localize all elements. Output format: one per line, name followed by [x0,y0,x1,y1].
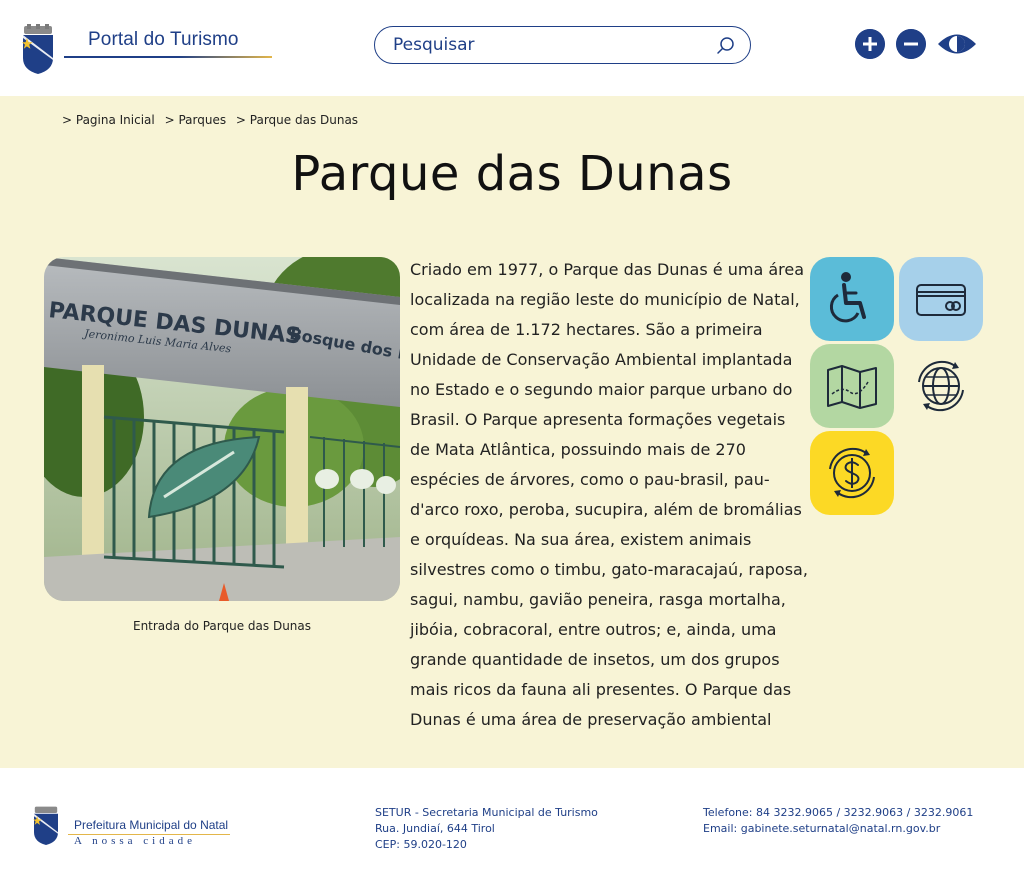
credit-card-icon [916,284,966,316]
zoom-in-button[interactable] [855,29,885,59]
footer-address-line: SETUR - Secretaria Municipal de Turismo [375,806,598,819]
price-tile[interactable] [810,431,894,515]
main-content: > Pagina Inicial > Parques > Parque das … [0,96,1024,768]
accessibility-tile[interactable] [810,257,894,341]
footer-phone: Telefone: 84 3232.9065 / 3232.9063 / 323… [703,806,974,819]
footer-address: SETUR - Secretaria Municipal de Turismo … [375,805,598,853]
breadcrumb-parques[interactable]: > Parques [165,113,227,127]
zoom-out-button[interactable] [896,29,926,59]
footer-address-line: CEP: 59.020-120 [375,838,467,851]
info-tiles [810,257,986,517]
city-crest-icon [22,24,53,74]
footer-contact: Telefone: 84 3232.9065 / 3232.9063 / 323… [703,805,973,837]
contrast-button[interactable] [937,29,977,59]
logo-underline [64,56,272,58]
city-crest-icon [33,806,58,845]
footer-email[interactable]: Email: gabinete.seturnatal@natal.rn.gov.… [703,821,973,837]
park-description: Criado em 1977, o Parque das Dunas é uma… [410,260,808,729]
search-input[interactable] [393,33,713,57]
breadcrumb-current[interactable]: > Parque das Dunas [236,113,358,127]
breadcrumb-home[interactable]: > Pagina Inicial [62,113,155,127]
search-bar[interactable] [374,26,751,64]
minus-icon [904,42,918,46]
site-footer: Prefeitura Municipal do Natal A nossa ci… [0,768,1024,886]
footer-address-line: Rua. Jundiaí, 644 Tirol [375,822,495,835]
prefeitura-logo[interactable]: Prefeitura Municipal do Natal A nossa ci… [30,804,240,850]
map-tile[interactable] [810,344,894,428]
prefeitura-logo-text: Prefeitura Municipal do Natal [74,818,229,832]
park-entrance-photo: PARQUE DAS DUNAS Jeronimo Luis Maria Alv… [44,257,400,601]
search-icon[interactable] [716,36,736,56]
language-tile[interactable] [899,344,983,428]
portal-logo[interactable]: Portal do Turismo [18,24,278,76]
contrast-eye-icon [938,34,976,54]
wheelchair-icon [829,272,866,323]
dollar-coin-icon [829,447,875,499]
globe-icon [918,360,964,412]
map-icon [827,365,877,409]
logo-text: Portal do Turismo [88,29,239,50]
breadcrumb: > Pagina Inicial > Parques > Parque das … [62,113,364,127]
photo-caption: Entrada do Parque das Dunas [132,619,312,633]
site-header: Portal do Turismo [0,0,1024,96]
payment-tile[interactable] [899,257,983,341]
prefeitura-tagline: A nossa cidade [74,835,196,847]
page-title: Parque das Dunas [291,146,733,202]
